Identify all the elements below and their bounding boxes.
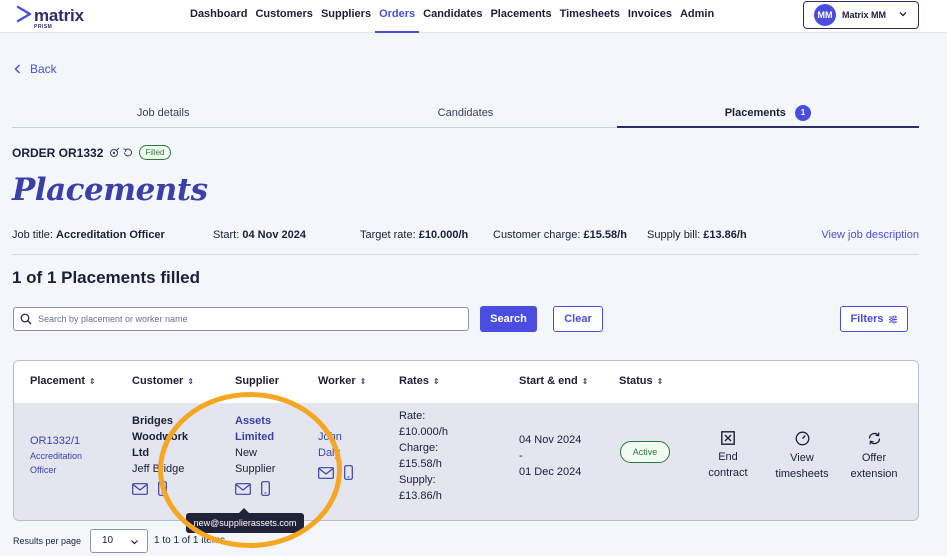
search-icon	[20, 313, 32, 325]
nav-customers[interactable]: Customers	[251, 0, 316, 33]
placement-role: Accreditation Officer	[30, 451, 83, 475]
nav-placements[interactable]: Placements	[486, 0, 555, 33]
summary-target-rate: Target rate: £10.000/h	[360, 229, 469, 241]
avatar: MM	[814, 4, 836, 26]
search-button[interactable]: Search	[480, 306, 537, 332]
sort-icon: ⇕	[89, 377, 96, 386]
placements-table: Placement ⇕ Customer ⇕ Supplier Worker ⇕ Ra…	[13, 360, 919, 521]
nav-admin[interactable]: Admin	[676, 0, 718, 33]
search-input[interactable]	[38, 314, 458, 324]
order-title: ORDER OR1332	[12, 145, 104, 160]
chevron-down-icon	[131, 540, 138, 545]
column-header-supplier: Supplier	[235, 375, 280, 387]
charge-value: £15.58/h	[399, 458, 442, 470]
results-per-page-value: 10	[102, 535, 114, 546]
column-header-start-end[interactable]: Start & end ⇕	[519, 375, 588, 387]
close-box-icon	[721, 431, 735, 445]
nav-candidates[interactable]: Candidates	[419, 0, 486, 33]
table-row: OR1332/1 Accreditation Officer Bridges W…	[14, 403, 918, 520]
table-header: Placement ⇕ Customer ⇕ Supplier Worker ⇕ Ra…	[14, 361, 918, 403]
filters-button[interactable]: Filters	[840, 306, 908, 332]
results-per-page-select[interactable]: 10	[90, 529, 148, 553]
back-label: Back	[30, 62, 57, 76]
order-header: ORDER OR1332 Filled	[12, 145, 171, 160]
summary-customer-charge: Customer charge: £15.58/h	[493, 229, 627, 241]
refresh-icon	[868, 432, 880, 445]
status-badge: Active	[620, 441, 670, 463]
page-title: Placements	[12, 172, 208, 208]
divider	[12, 254, 919, 255]
column-header-status[interactable]: Status ⇕	[619, 375, 663, 387]
sort-icon: ⇕	[581, 377, 589, 386]
sliders-icon	[888, 314, 897, 324]
column-header-placement[interactable]: Placement ⇕	[30, 375, 96, 387]
status-badge: Filled	[139, 145, 171, 160]
placements-filled-heading: 1 of 1 Placements filled	[12, 268, 201, 287]
logo-mark-icon	[16, 5, 32, 23]
tab-job-details[interactable]: Job details	[12, 100, 314, 127]
nav-orders[interactable]: Orders	[375, 0, 420, 33]
placement-cell: OR1332/1 Accreditation Officer	[30, 433, 82, 477]
order-icons	[109, 147, 133, 158]
tab-label: Job details	[136, 107, 190, 119]
logo-subtext: PRISM	[34, 24, 53, 30]
charge-label: Charge:	[399, 442, 439, 454]
user-name: Matrix MM	[842, 10, 887, 20]
tab-count-badge: 1	[794, 105, 811, 121]
results-per-page-label: Results per page	[13, 536, 82, 546]
main-nav: Dashboard Customers Suppliers Orders Can…	[186, 0, 718, 33]
supply-value: £13.86/h	[399, 490, 442, 502]
rate-label: Rate:	[399, 410, 426, 422]
order-tabs: Job details Candidates Placements 1	[12, 100, 920, 128]
rates-cell: Rate: £10.000/h Charge: £15.58/h Supply:…	[399, 408, 448, 504]
user-menu-button[interactable]: MM Matrix MM	[803, 1, 919, 29]
tab-candidates[interactable]: Candidates	[314, 100, 616, 127]
date-separator: -	[519, 450, 523, 462]
nav-timesheets[interactable]: Timesheets	[556, 0, 624, 33]
summary-job-title: Job title: Accreditation Officer	[12, 229, 165, 241]
highlight-circle	[158, 392, 342, 548]
edit-target-icon[interactable]	[109, 147, 120, 158]
end-date: 01 Dec 2024	[519, 466, 582, 478]
search-box	[13, 307, 469, 331]
supply-label: Supply:	[399, 474, 436, 486]
summary-start: Start: 04 Nov 2024	[213, 229, 306, 241]
column-header-customer[interactable]: Customer ⇕	[132, 375, 194, 387]
view-job-description-link[interactable]: View job description	[821, 229, 919, 241]
tab-label: Candidates	[437, 107, 494, 119]
summary-supply-bill: Supply bill: £13.86/h	[647, 229, 747, 241]
sort-icon: ⇕	[187, 377, 195, 386]
clock-icon	[795, 431, 809, 446]
chevron-down-icon	[899, 12, 907, 17]
start-end-cell: 04 Nov 2024 - 01 Dec 2024	[519, 432, 581, 480]
column-header-rates[interactable]: Rates ⇕	[399, 375, 440, 387]
logo-text: matrix	[34, 6, 84, 25]
history-icon[interactable]	[122, 147, 133, 158]
nav-suppliers[interactable]: Suppliers	[317, 0, 375, 33]
back-link[interactable]: Back	[14, 62, 57, 76]
start-date: 04 Nov 2024	[519, 434, 582, 446]
tab-placements[interactable]: Placements 1	[616, 100, 920, 128]
end-contract-button[interactable]: End contract	[696, 431, 760, 481]
chevron-left-icon	[14, 64, 21, 74]
matrix-logo[interactable]: matrix PRISM	[16, 3, 96, 31]
sort-icon: ⇕	[656, 377, 664, 386]
mail-icon[interactable]	[132, 482, 148, 495]
top-bar: matrix PRISM Dashboard Customers Supplie…	[0, 0, 947, 33]
sort-icon: ⇕	[359, 377, 367, 386]
nav-dashboard[interactable]: Dashboard	[186, 0, 251, 33]
column-header-worker[interactable]: Worker ⇕	[318, 375, 366, 387]
offer-extension-button[interactable]: Offer extension	[842, 431, 906, 482]
sort-icon: ⇕	[432, 377, 440, 386]
nav-invoices[interactable]: Invoices	[624, 0, 676, 33]
tab-label: Placements	[724, 107, 786, 119]
rate-value: £10.000/h	[399, 426, 448, 438]
filters-label: Filters	[850, 313, 884, 325]
view-timesheets-button[interactable]: View timesheets	[770, 431, 834, 482]
placement-id-link[interactable]: OR1332/1	[30, 435, 80, 447]
clear-button[interactable]: Clear	[553, 306, 603, 332]
phone-icon[interactable]	[344, 465, 353, 480]
